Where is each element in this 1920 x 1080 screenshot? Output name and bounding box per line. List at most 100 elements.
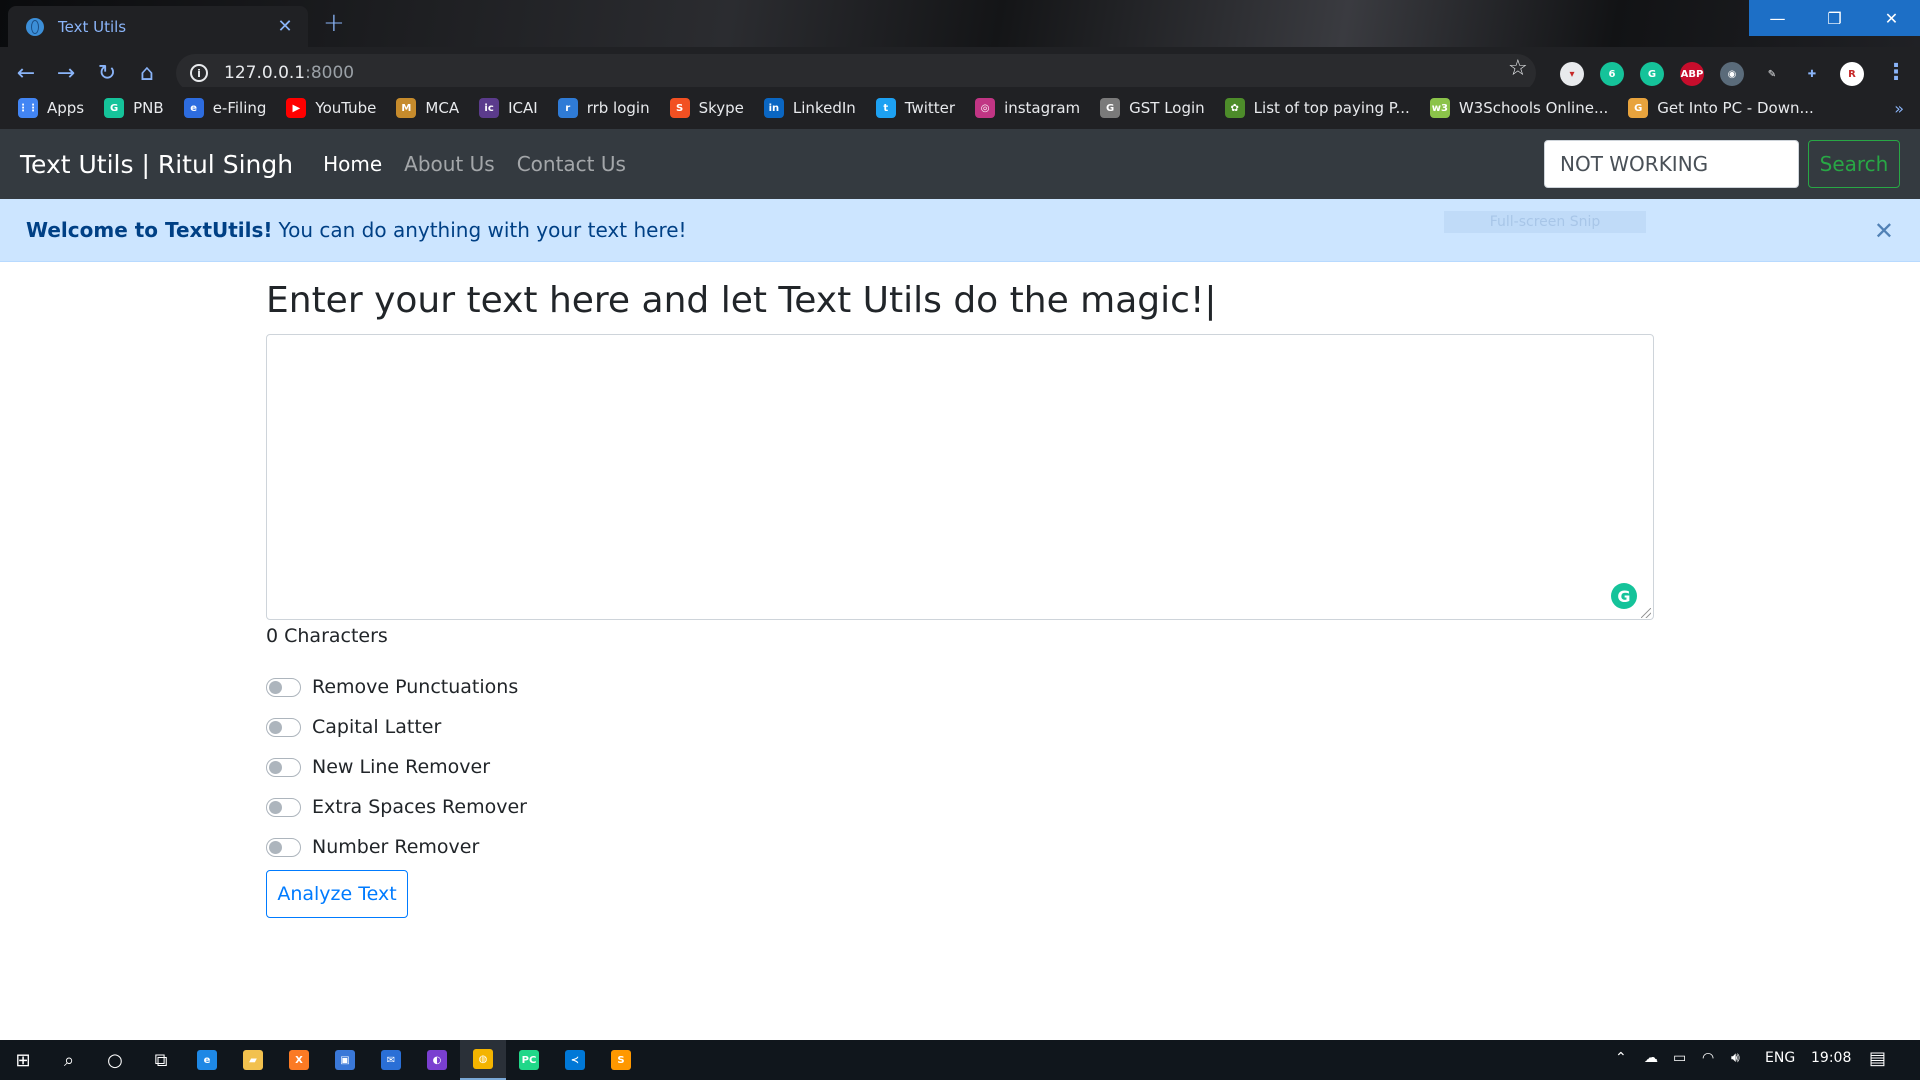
bookmark-item[interactable]: S Skype (669, 98, 744, 118)
new-tab-button[interactable]: + (323, 8, 345, 38)
back-icon[interactable]: ← (12, 61, 40, 86)
bookmark-item[interactable]: ⋮⋮ Apps (18, 98, 84, 118)
volume-icon[interactable]: 🔊︎ (1731, 1050, 1740, 1066)
browser-tab-strip: Text Utils ✕ + — ❐ ✕ (0, 0, 1920, 47)
option-remove-punctuations[interactable]: Remove Punctuations (266, 676, 518, 698)
text-input-area[interactable] (266, 334, 1654, 620)
cortana-icon[interactable]: ○ (92, 1040, 138, 1080)
vscode-icon[interactable]: ≺ (552, 1040, 598, 1080)
language-indicator[interactable]: ENG (1765, 1050, 1795, 1066)
sublime-icon[interactable]: S (598, 1040, 644, 1080)
navbar-brand[interactable]: Text Utils | Ritul Singh (20, 150, 293, 179)
option-label: Number Remover (312, 836, 480, 858)
grammarly-icon[interactable]: G (1640, 62, 1664, 86)
option-capital-latter[interactable]: Capital Latter (266, 716, 441, 738)
toggle-switch[interactable] (266, 837, 301, 857)
onedrive-icon[interactable]: ☁ (1644, 1050, 1658, 1066)
restore-button[interactable]: ❐ (1806, 0, 1863, 36)
linkedin-icon: in (763, 98, 784, 118)
windows-taskbar: ⊞ ⌕ ○ ⧉ e ▰ X ▣ ✉ ◐ ◍ PC ≺ S ⌃ ☁ ▭ ◠ 🔊︎ ENG 19:08 ▤ (0, 1040, 1920, 1080)
grammarly-icon[interactable]: G (1611, 583, 1637, 609)
bookmark-item[interactable]: ◎ instagram (975, 98, 1080, 118)
browser-menu-icon[interactable]: ⋮ (1885, 60, 1907, 85)
bookmark-item[interactable]: G PNB (104, 98, 164, 118)
media-player-icon[interactable]: ◐ (414, 1040, 460, 1080)
option-number-remover[interactable]: Number Remover (266, 836, 479, 858)
pocket-icon[interactable]: ▾ (1560, 62, 1584, 86)
pen-icon[interactable]: ✎ (1760, 62, 1784, 86)
analyze-text-button[interactable]: Analyze Text (266, 870, 408, 918)
minimize-button[interactable]: — (1749, 0, 1806, 36)
nav-link-home[interactable]: Home (323, 152, 382, 176)
bookmark-item[interactable]: e e-Filing (183, 98, 266, 118)
clock[interactable]: 19:08 (1811, 1050, 1851, 1066)
option-new-line-remover[interactable]: New Line Remover (266, 756, 490, 778)
vscode-icon-glyph: ≺ (565, 1050, 585, 1070)
bookmark-item[interactable]: w3 W3Schools Online... (1429, 98, 1608, 118)
bookmarks-overflow-icon[interactable]: » (1894, 99, 1904, 118)
search-button[interactable]: Search (1808, 140, 1900, 188)
bookmark-item[interactable]: ▶ YouTube (286, 98, 376, 118)
store-icon[interactable]: ▣ (322, 1040, 368, 1080)
toggle-switch[interactable] (266, 757, 301, 777)
bookmark-label: Get Into PC - Down... (1657, 99, 1814, 117)
bookmark-label: YouTube (315, 99, 377, 117)
windows-start-icon[interactable]: ⊞ (0, 1040, 46, 1080)
textarea-resize-handle[interactable] (1641, 608, 1651, 618)
tab-close-icon[interactable]: ✕ (274, 16, 296, 37)
bookmark-item[interactable]: G Get Into PC - Down... (1628, 98, 1814, 118)
forward-icon[interactable]: → (52, 61, 80, 86)
mail-icon[interactable]: ✉ (368, 1040, 414, 1080)
adblock-plus-icon[interactable]: ABP (1680, 62, 1704, 86)
icai-icon: ic (479, 98, 500, 118)
toggle-switch[interactable] (266, 677, 301, 697)
bookmark-label: rrb login (586, 99, 650, 117)
pnb-icon: G (104, 98, 125, 118)
wifi-icon[interactable]: ◠ (1702, 1050, 1714, 1066)
toggle-switch[interactable] (266, 717, 301, 737)
bookmark-item[interactable]: t Twitter (875, 98, 955, 118)
task-view-icon[interactable]: ⧉ (138, 1040, 184, 1080)
puzzle-icon[interactable]: ✚ (1800, 62, 1824, 86)
pycharm-icon[interactable]: PC (506, 1040, 552, 1080)
site-info-icon[interactable]: i (190, 64, 208, 82)
bookmark-label: Skype (698, 99, 744, 117)
alert-close-icon[interactable]: ✕ (1874, 217, 1894, 245)
search-icon[interactable]: ⌕ (46, 1040, 92, 1080)
mask-icon[interactable]: ◉ (1720, 62, 1744, 86)
instagram-icon: ◎ (975, 98, 996, 118)
home-icon[interactable]: ⌂ (133, 61, 161, 86)
getintopc-icon: G (1628, 98, 1649, 118)
tray-chevron-icon[interactable]: ⌃ (1615, 1050, 1627, 1066)
browser-tab[interactable]: Text Utils ✕ (8, 6, 308, 47)
option-extra-spaces-remover[interactable]: Extra Spaces Remover (266, 796, 527, 818)
reload-icon[interactable]: ↻ (93, 61, 121, 86)
task-view-icon-glyph: ⧉ (154, 1049, 168, 1071)
bookmark-item[interactable]: ✿ List of top paying P... (1224, 98, 1410, 118)
bookmark-item[interactable]: r rrb login (557, 98, 650, 118)
nav-link-about[interactable]: About Us (404, 152, 495, 176)
xampp-icon-glyph: X (289, 1050, 309, 1070)
window-close-button[interactable]: ✕ (1863, 0, 1920, 36)
nav-link-contact[interactable]: Contact Us (517, 152, 626, 176)
toggle-switch[interactable] (266, 797, 301, 817)
chrome-icon[interactable]: ◍ (460, 1040, 506, 1080)
notifications-icon[interactable]: ▤ (1869, 1048, 1886, 1069)
bookmark-item[interactable]: ic ICAI (479, 98, 538, 118)
bookmark-star-icon[interactable]: ☆ (1508, 56, 1528, 81)
alert-message: You can do anything with your text here! (278, 218, 687, 242)
bookmark-item[interactable]: G GST Login (1100, 98, 1205, 118)
search-input[interactable] (1544, 140, 1799, 188)
file-explorer-icon[interactable]: ▰ (230, 1040, 276, 1080)
bookmark-label: List of top paying P... (1253, 99, 1410, 117)
xampp-icon[interactable]: X (276, 1040, 322, 1080)
battery-icon[interactable]: ▭ (1673, 1050, 1686, 1066)
edge-icon[interactable]: e (184, 1040, 230, 1080)
profile-avatar-icon[interactable]: R (1840, 62, 1864, 86)
bookmark-item[interactable]: M MCA (396, 98, 459, 118)
grammarly-badge-icon[interactable]: 6 (1600, 62, 1624, 86)
youtube-icon: ▶ (286, 98, 307, 118)
efiling-icon: e (183, 98, 204, 118)
bookmark-item[interactable]: in LinkedIn (763, 98, 856, 118)
site-navbar: Text Utils | Ritul Singh Home About Us C… (0, 129, 1920, 199)
